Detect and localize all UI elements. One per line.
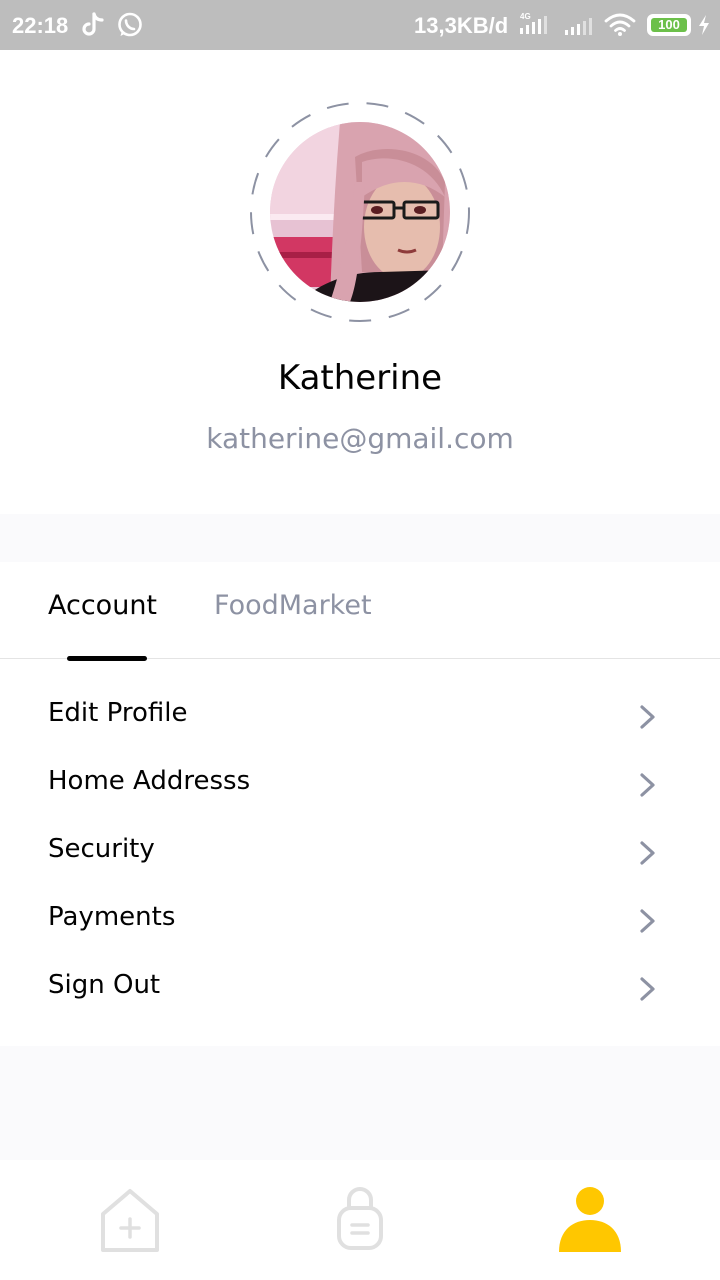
- home-icon[interactable]: [95, 1184, 165, 1256]
- avatar-image: [270, 122, 450, 302]
- menu-item-label: Payments: [48, 902, 176, 932]
- tab-bar: Account FoodMarket: [0, 562, 720, 661]
- chevron-right-icon: [640, 705, 655, 729]
- chevron-right-icon: [640, 841, 655, 865]
- network-speed: 13,3KB/d: [414, 13, 509, 38]
- signal-icon: 4G: [520, 12, 547, 34]
- whatsapp-icon: [118, 12, 142, 37]
- chevron-right-icon: [640, 977, 655, 1001]
- tiktok-icon: [82, 12, 104, 36]
- menu-item-security[interactable]: Security: [0, 818, 720, 886]
- account-menu-card: Account FoodMarket Edit Profile Home Add…: [0, 562, 720, 1046]
- menu-item-edit-profile[interactable]: Edit Profile: [0, 682, 720, 750]
- chevron-right-icon: [640, 909, 655, 933]
- bottom-navigation: [0, 1160, 720, 1280]
- profile-icon[interactable]: [555, 1184, 625, 1256]
- wifi-icon: [604, 13, 636, 36]
- active-tab-indicator: [67, 656, 147, 661]
- charging-icon: [699, 15, 709, 35]
- status-bar: 22:18 13,3KB/d 4G 100: [0, 0, 720, 50]
- tab-account[interactable]: Account: [48, 590, 157, 621]
- status-time: 22:18: [12, 13, 69, 38]
- profile-header: Katherine katherine@gmail.com: [0, 50, 720, 514]
- menu-item-sign-out[interactable]: Sign Out: [0, 954, 720, 1022]
- menu-item-label: Home Addresss: [48, 766, 251, 796]
- signal-icon-2: [565, 18, 592, 35]
- tab-foodmarket[interactable]: FoodMarket: [214, 590, 372, 621]
- order-bag-icon[interactable]: [325, 1184, 395, 1256]
- battery-icon: 100: [647, 14, 691, 36]
- network-type: 4G: [520, 12, 531, 21]
- menu-item-label: Security: [48, 834, 155, 864]
- chevron-right-icon: [640, 773, 655, 797]
- menu-item-home-address[interactable]: Home Addresss: [0, 750, 720, 818]
- battery-level: 100: [651, 18, 687, 32]
- avatar[interactable]: [270, 122, 450, 302]
- profile-email: katherine@gmail.com: [206, 422, 514, 455]
- menu-item-payments[interactable]: Payments: [0, 886, 720, 954]
- profile-name: Katherine: [277, 358, 443, 398]
- menu-item-label: Sign Out: [48, 970, 161, 1000]
- menu-item-label: Edit Profile: [48, 698, 188, 728]
